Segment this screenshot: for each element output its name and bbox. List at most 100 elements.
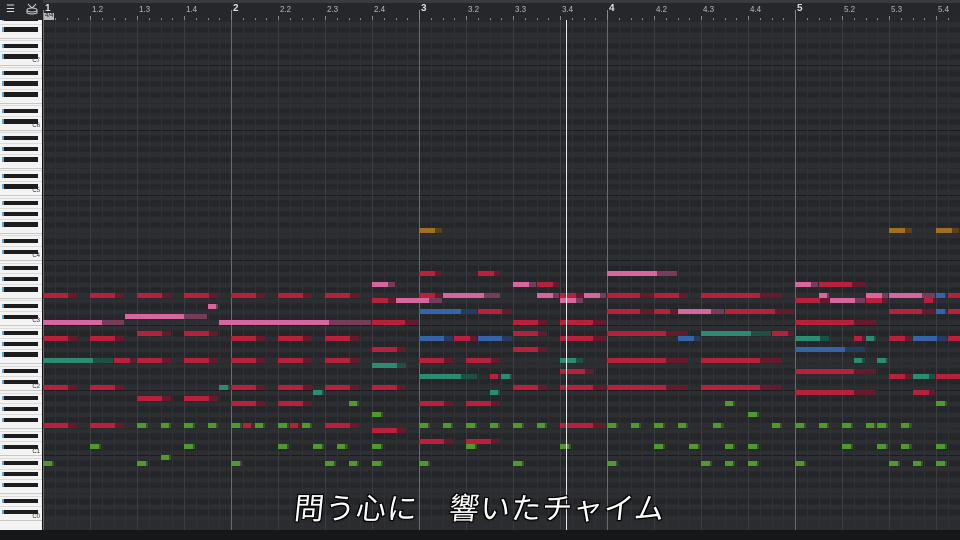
midi-note[interactable] bbox=[677, 308, 724, 314]
midi-note[interactable] bbox=[889, 292, 935, 298]
midi-note[interactable] bbox=[466, 422, 477, 428]
midi-note[interactable] bbox=[219, 384, 230, 390]
black-key[interactable] bbox=[2, 352, 38, 357]
midi-note[interactable] bbox=[325, 357, 360, 363]
black-key[interactable] bbox=[2, 265, 38, 271]
midi-note[interactable] bbox=[348, 401, 360, 407]
midi-note[interactable] bbox=[842, 444, 853, 450]
time-signature[interactable]: 4/4 bbox=[44, 13, 55, 20]
black-key[interactable] bbox=[2, 395, 38, 401]
midi-note[interactable] bbox=[90, 384, 125, 390]
midi-note[interactable] bbox=[278, 401, 313, 407]
midi-note[interactable] bbox=[701, 330, 771, 336]
midi-note[interactable] bbox=[607, 384, 689, 390]
midi-note[interactable] bbox=[936, 292, 947, 298]
black-key[interactable] bbox=[2, 211, 38, 216]
midi-note[interactable] bbox=[278, 444, 289, 450]
midi-note[interactable] bbox=[936, 444, 947, 450]
midi-note[interactable] bbox=[43, 460, 54, 466]
midi-note[interactable] bbox=[278, 384, 313, 390]
midi-note[interactable] bbox=[160, 422, 172, 428]
midi-note[interactable] bbox=[184, 292, 219, 298]
midi-note[interactable] bbox=[630, 422, 642, 428]
midi-note[interactable] bbox=[184, 395, 219, 401]
midi-note[interactable] bbox=[536, 422, 548, 428]
midi-note[interactable] bbox=[184, 357, 219, 363]
midi-note[interactable] bbox=[372, 411, 383, 417]
midi-note[interactable] bbox=[419, 292, 442, 298]
midi-note[interactable] bbox=[43, 336, 78, 342]
midi-note[interactable] bbox=[90, 422, 125, 428]
midi-note[interactable] bbox=[924, 298, 935, 304]
midi-note[interactable] bbox=[372, 363, 407, 369]
black-key[interactable] bbox=[2, 287, 38, 292]
midi-note[interactable] bbox=[325, 336, 360, 342]
midi-note[interactable] bbox=[372, 346, 407, 352]
midi-note[interactable] bbox=[889, 227, 912, 233]
midi-note[interactable] bbox=[289, 422, 301, 428]
midi-note[interactable] bbox=[442, 292, 501, 298]
midi-note[interactable] bbox=[477, 308, 512, 314]
midi-note[interactable] bbox=[313, 444, 324, 450]
midi-note[interactable] bbox=[560, 292, 583, 298]
midi-note[interactable] bbox=[454, 336, 477, 342]
midi-note[interactable] bbox=[43, 357, 113, 363]
midi-note[interactable] bbox=[513, 460, 524, 466]
midi-note[interactable] bbox=[513, 346, 548, 352]
midi-note[interactable] bbox=[607, 292, 653, 298]
midi-note[interactable] bbox=[466, 357, 501, 363]
black-key[interactable] bbox=[2, 70, 38, 76]
midi-note[interactable] bbox=[701, 292, 783, 298]
midi-note[interactable] bbox=[254, 422, 266, 428]
midi-note[interactable] bbox=[536, 281, 559, 287]
midi-note[interactable] bbox=[43, 384, 78, 390]
midi-note[interactable] bbox=[278, 422, 289, 428]
midi-note[interactable] bbox=[278, 292, 313, 298]
black-key[interactable] bbox=[2, 276, 38, 281]
midi-note[interactable] bbox=[372, 460, 383, 466]
midi-note[interactable] bbox=[231, 422, 242, 428]
black-key[interactable] bbox=[2, 135, 38, 141]
midi-note[interactable] bbox=[325, 422, 360, 428]
midi-note[interactable] bbox=[477, 336, 512, 342]
midi-note[interactable] bbox=[90, 336, 125, 342]
midi-note[interactable] bbox=[242, 422, 254, 428]
playhead[interactable] bbox=[566, 20, 568, 530]
midi-note[interactable] bbox=[912, 336, 947, 342]
black-key[interactable] bbox=[2, 341, 38, 347]
midi-note[interactable] bbox=[336, 444, 348, 450]
midi-note[interactable] bbox=[419, 422, 430, 428]
midi-note[interactable] bbox=[419, 357, 454, 363]
black-key[interactable] bbox=[2, 460, 38, 466]
midi-note[interactable] bbox=[513, 281, 536, 287]
midi-note[interactable] bbox=[771, 330, 794, 336]
list-icon[interactable]: ☰ bbox=[6, 5, 15, 15]
black-key[interactable] bbox=[2, 417, 38, 422]
black-key[interactable] bbox=[2, 238, 38, 244]
midi-note[interactable] bbox=[513, 319, 548, 325]
midi-note[interactable] bbox=[889, 336, 912, 342]
midi-note[interactable] bbox=[278, 336, 313, 342]
black-key[interactable] bbox=[2, 81, 38, 86]
midi-note[interactable] bbox=[877, 444, 888, 450]
midi-note[interactable] bbox=[137, 422, 148, 428]
midi-note[interactable] bbox=[912, 373, 935, 379]
midi-note[interactable] bbox=[818, 281, 865, 287]
midi-note[interactable] bbox=[701, 357, 783, 363]
piano-roll-grid[interactable] bbox=[43, 20, 960, 530]
black-key[interactable] bbox=[2, 20, 38, 21]
midi-note[interactable] bbox=[795, 460, 806, 466]
midi-note[interactable] bbox=[947, 308, 960, 314]
midi-note[interactable] bbox=[830, 298, 865, 304]
midi-note[interactable] bbox=[325, 292, 360, 298]
timeline-ruler[interactable]: ☰ 4/4 1 1.2 1.3 1.4 2 2.2 2.3 2.4 3 3.2 3.3 3.4 4 4.2… bbox=[0, 0, 960, 21]
piano-keyboard[interactable]: C7 C6 C5 C4 C3 C2 C1 C0 bbox=[0, 20, 43, 530]
midi-note[interactable] bbox=[419, 227, 442, 233]
midi-note[interactable] bbox=[701, 384, 783, 390]
midi-note[interactable] bbox=[712, 422, 724, 428]
midi-note[interactable] bbox=[889, 308, 935, 314]
midi-note[interactable] bbox=[184, 444, 195, 450]
midi-note[interactable] bbox=[936, 227, 959, 233]
midi-note[interactable] bbox=[560, 298, 583, 304]
midi-note[interactable] bbox=[231, 401, 266, 407]
